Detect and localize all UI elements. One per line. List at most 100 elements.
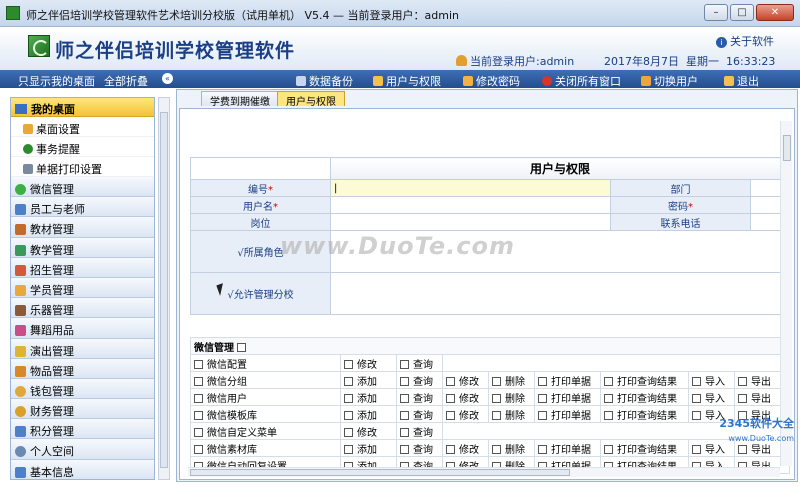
sidebar-item-points[interactable]: 积分管理 [11,419,154,440]
perm-action[interactable]: 打印单据 [534,371,601,389]
perm-action-checkbox[interactable] [344,359,353,369]
perm-action-checkbox[interactable] [400,444,409,454]
sidebar-scrollbar[interactable] [158,97,170,480]
perm-row-name[interactable]: 微信配置 [190,354,341,372]
perm-action[interactable]: 查询 [396,354,443,372]
perm-action-checkbox[interactable] [604,393,613,403]
perm-action[interactable]: 添加 [340,388,397,406]
content-hscroll-thumb[interactable] [190,469,570,476]
perm-group-checkbox[interactable] [237,342,247,352]
perm-action[interactable]: 查询 [396,422,443,440]
perm-action-checkbox[interactable] [738,444,747,454]
id-input[interactable]: | [330,179,611,197]
perm-action[interactable]: 打印查询结果 [600,439,689,457]
perm-action-checkbox[interactable] [344,427,353,437]
exit-button[interactable]: 退出 [724,73,759,89]
branch-field[interactable] [330,272,790,315]
perm-action[interactable]: 打印单据 [534,405,601,423]
perm-action[interactable]: 修改 [340,422,397,440]
perm-action[interactable]: 删除 [488,388,535,406]
perm-action[interactable]: 查询 [396,371,443,389]
sidebar-item-students[interactable]: 学员管理 [11,277,154,299]
perm-action-checkbox[interactable] [538,393,547,403]
perm-action-checkbox[interactable] [492,410,501,420]
sidebar-item-textbooks[interactable]: 教材管理 [11,217,154,238]
maximize-button[interactable]: □ [730,4,754,21]
perm-action-checkbox[interactable] [604,410,613,420]
perm-action-checkbox[interactable] [492,376,501,386]
perm-action[interactable]: 修改 [442,371,489,389]
perm-action-checkbox[interactable] [446,444,455,454]
perm-action[interactable]: 查询 [396,405,443,423]
perm-row-name[interactable]: 微信分组 [190,371,341,389]
perm-action-checkbox[interactable] [446,376,455,386]
perm-row-checkbox[interactable] [194,376,203,386]
sidebar-item-instruments[interactable]: 乐器管理 [11,298,154,319]
close-button[interactable]: ✕ [756,4,794,21]
perm-action-checkbox[interactable] [344,376,353,386]
perm-action[interactable]: 删除 [488,371,535,389]
collapse-arrow-icon[interactable]: « [162,73,173,84]
perm-action-checkbox[interactable] [538,376,547,386]
change-password-button[interactable]: 修改密码 [463,73,520,89]
sidebar-item-performance[interactable]: 演出管理 [11,338,154,359]
perm-action[interactable]: 打印单据 [534,439,601,457]
perm-action-checkbox[interactable] [492,444,501,454]
perm-action-checkbox[interactable] [400,427,409,437]
perm-row-checkbox[interactable] [194,410,203,420]
close-all-button[interactable]: 关闭所有窗口 [542,73,621,89]
switch-user-button[interactable]: 切换用户 [641,73,698,89]
content-hscrollbar[interactable] [188,467,780,477]
perm-action[interactable]: 修改 [442,388,489,406]
perm-action-checkbox[interactable] [400,410,409,420]
perm-action[interactable]: 查询 [396,439,443,457]
perm-action[interactable]: 修改 [340,354,397,372]
perm-row-name[interactable]: 微信模板库 [190,405,341,423]
perm-action-checkbox[interactable] [446,410,455,420]
desktop-only-button[interactable]: 只显示我的桌面 [18,73,95,89]
perm-action[interactable]: 打印查询结果 [600,388,689,406]
sidebar-item-wallet[interactable]: 钱包管理 [11,378,154,400]
sidebar-item-teaching[interactable]: 教学管理 [11,237,154,258]
about-link[interactable]: i 关于软件 [716,33,774,49]
sidebar-item-goods[interactable]: 物品管理 [11,358,154,379]
perm-action-checkbox[interactable] [692,410,701,420]
perm-action[interactable]: 删除 [488,405,535,423]
perm-action[interactable]: 导入 [688,371,735,389]
perm-row-checkbox[interactable] [194,393,203,403]
sidebar-item-staff[interactable]: 员工与老师 [11,197,154,218]
perm-action-checkbox[interactable] [344,444,353,454]
perm-action-checkbox[interactable] [604,376,613,386]
perm-action-checkbox[interactable] [492,393,501,403]
perm-action[interactable]: 删除 [488,439,535,457]
perm-action[interactable]: 查询 [396,388,443,406]
perm-row-checkbox[interactable] [194,444,203,454]
perm-action-checkbox[interactable] [738,376,747,386]
perm-action-checkbox[interactable] [446,393,455,403]
sidebar-item-basic-info[interactable]: 基本信息 [11,459,154,479]
perm-action-checkbox[interactable] [344,410,353,420]
perm-action-checkbox[interactable] [604,444,613,454]
perm-action-checkbox[interactable] [692,376,701,386]
perm-action-checkbox[interactable] [692,393,701,403]
perm-action-checkbox[interactable] [400,393,409,403]
sidebar-item-wechat[interactable]: 微信管理 [11,177,154,198]
sidebar-item-enrollment[interactable]: 招生管理 [11,257,154,278]
perm-action[interactable]: 导入 [688,388,735,406]
perm-row-checkbox[interactable] [194,359,203,369]
sidebar-my-desktop[interactable]: 我的桌面 [11,98,154,117]
perm-action[interactable]: 修改 [442,439,489,457]
sidebar-sub-desktop-settings[interactable]: 桌面设置 [11,117,154,137]
backup-button[interactable]: 数据备份 [296,73,353,89]
sidebar-sub-print-settings[interactable]: 单据打印设置 [11,157,154,177]
sidebar-sub-reminders[interactable]: 事务提醒 [11,137,154,157]
perm-action[interactable]: 打印查询结果 [600,371,689,389]
perm-action-checkbox[interactable] [400,376,409,386]
perm-action[interactable]: 添加 [340,371,397,389]
perm-row-checkbox[interactable] [194,427,203,437]
tab-fee-reminder[interactable]: 学费到期催缴 [201,91,279,108]
tab-users-perms[interactable]: 用户与权限 [277,91,345,108]
perm-action-checkbox[interactable] [738,393,747,403]
perm-action-checkbox[interactable] [538,444,547,454]
perm-action-checkbox[interactable] [692,444,701,454]
